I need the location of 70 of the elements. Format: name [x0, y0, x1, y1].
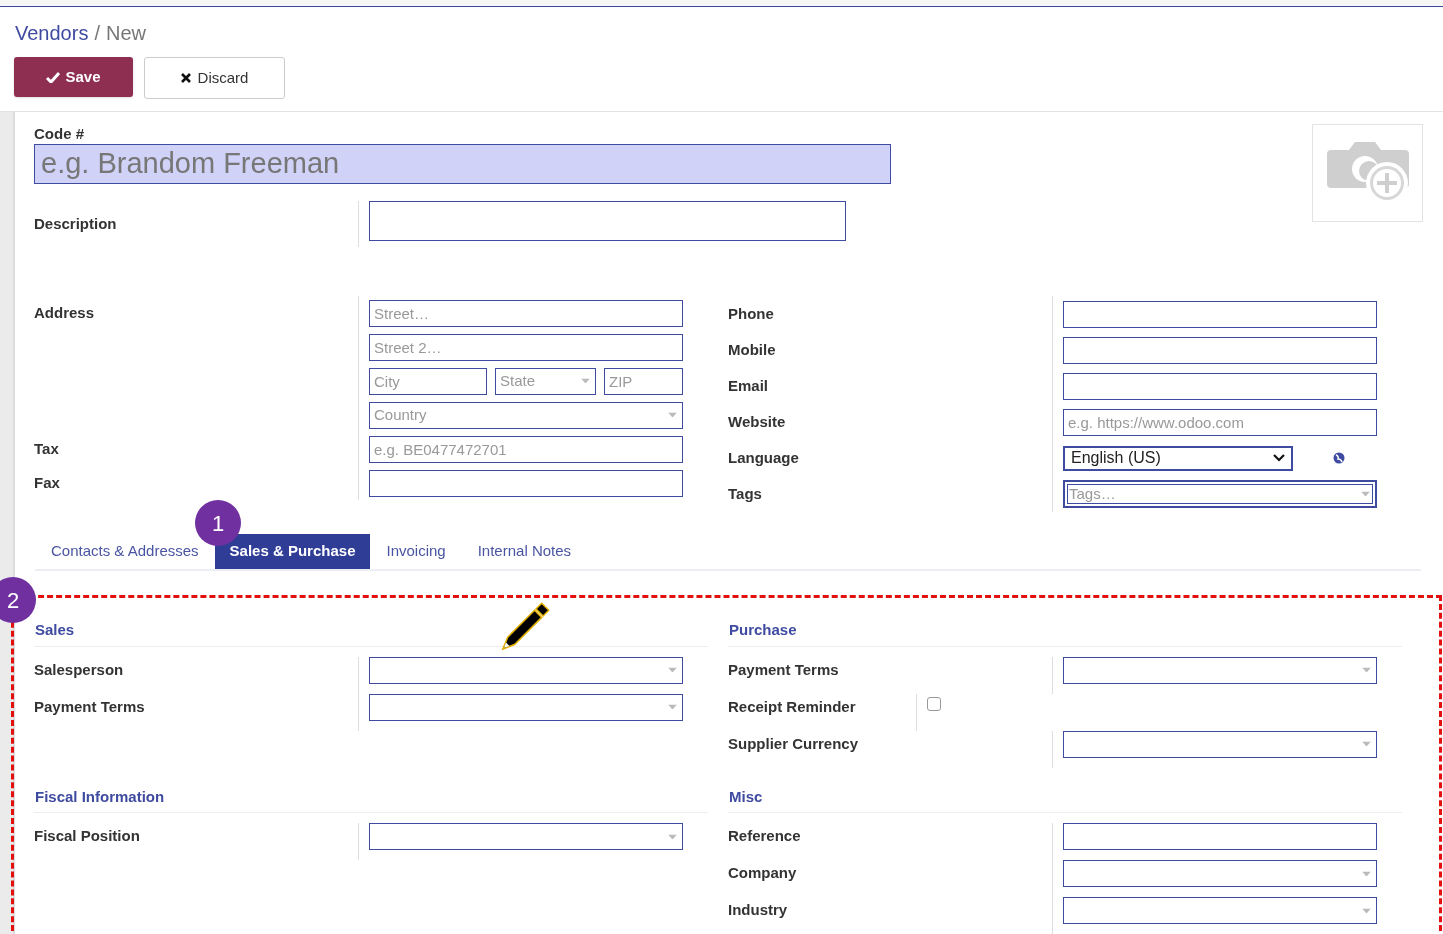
section-title: Misc	[728, 786, 764, 807]
select-field[interactable]	[1063, 860, 1377, 887]
tab[interactable]: Invoicing	[370, 534, 462, 569]
select-field[interactable]	[369, 823, 683, 850]
caret-icon	[1362, 741, 1371, 747]
select-field[interactable]	[369, 693, 683, 721]
description-field[interactable]	[369, 201, 846, 241]
select-field[interactable]	[1063, 656, 1377, 684]
text-field[interactable]: ZIP	[604, 367, 683, 395]
field-label: Salesperson	[34, 659, 125, 680]
caret-icon	[668, 704, 677, 710]
section-title: Fiscal Information	[34, 786, 166, 807]
save-button[interactable]: Save	[14, 57, 133, 97]
step-badge: 1	[195, 500, 241, 546]
section-title: Purchase	[728, 620, 798, 640]
text-field[interactable]: e.g. BE0477472701	[369, 435, 683, 463]
select-field[interactable]	[1063, 730, 1377, 758]
field-label: Mobile	[728, 339, 777, 360]
field-label: Fax	[34, 472, 61, 493]
text-field[interactable]	[1063, 300, 1377, 328]
field-label: Code #	[34, 125, 85, 143]
field-label: Tags	[728, 483, 763, 504]
caret-icon	[668, 834, 677, 839]
caret-icon	[1361, 491, 1370, 497]
checkbox[interactable]	[927, 696, 941, 711]
text-field[interactable]: City	[369, 367, 487, 395]
caret-icon	[668, 412, 677, 418]
field-label: Language	[728, 447, 800, 468]
field-label: Supplier Currency	[728, 733, 860, 754]
select-field[interactable]	[1063, 897, 1377, 924]
field-label: Description	[34, 214, 118, 234]
text-field[interactable]	[1063, 372, 1377, 400]
name-field[interactable]: e.g. Brandom Freeman	[34, 144, 891, 184]
field-label: Phone	[728, 303, 775, 324]
text-field[interactable]: Street…	[369, 299, 683, 327]
field-label: Payment Terms	[728, 659, 840, 680]
tab[interactable]: Sales & Purchase	[214, 534, 371, 569]
field-label: Address	[34, 302, 96, 323]
text-field[interactable]: e.g. https://www.odoo.com	[1063, 408, 1377, 436]
field-label: Payment Terms	[34, 696, 146, 717]
text-field[interactable]	[1063, 336, 1377, 364]
field-label: Company	[728, 863, 798, 884]
check-icon	[46, 71, 61, 83]
caret-icon	[581, 378, 590, 384]
field-label: Tax	[34, 438, 60, 459]
field-label: Receipt Reminder	[728, 696, 857, 717]
section-title: Sales	[34, 620, 76, 640]
close-icon	[180, 73, 191, 83]
discard-button[interactable]: Discard	[144, 57, 285, 99]
caret-icon	[1362, 667, 1371, 673]
caret-icon	[668, 667, 677, 673]
breadcrumb-separator: /	[94, 21, 100, 45]
text-field[interactable]	[369, 469, 683, 497]
field-label: Website	[728, 411, 787, 432]
breadcrumb-link[interactable]: Vendors	[15, 21, 89, 45]
field-label: Reference	[728, 826, 802, 847]
field-label: Industry	[728, 900, 789, 921]
breadcrumb-current: New	[105, 21, 146, 45]
text-field[interactable]	[1063, 823, 1377, 850]
language-dropdown[interactable]: English (US)	[1063, 445, 1293, 471]
select-field[interactable]	[369, 656, 683, 684]
caret-icon	[1362, 871, 1371, 876]
chevron-down-icon	[1273, 454, 1285, 462]
globe-icon[interactable]	[1333, 452, 1345, 464]
caret-icon	[1362, 908, 1371, 913]
field-label: Email	[728, 375, 770, 396]
field-label: Fiscal Position	[34, 826, 141, 847]
text-field[interactable]: Street 2…	[369, 333, 683, 361]
step-badge: 2	[0, 577, 36, 623]
tab[interactable]: Internal Notes	[461, 534, 588, 569]
